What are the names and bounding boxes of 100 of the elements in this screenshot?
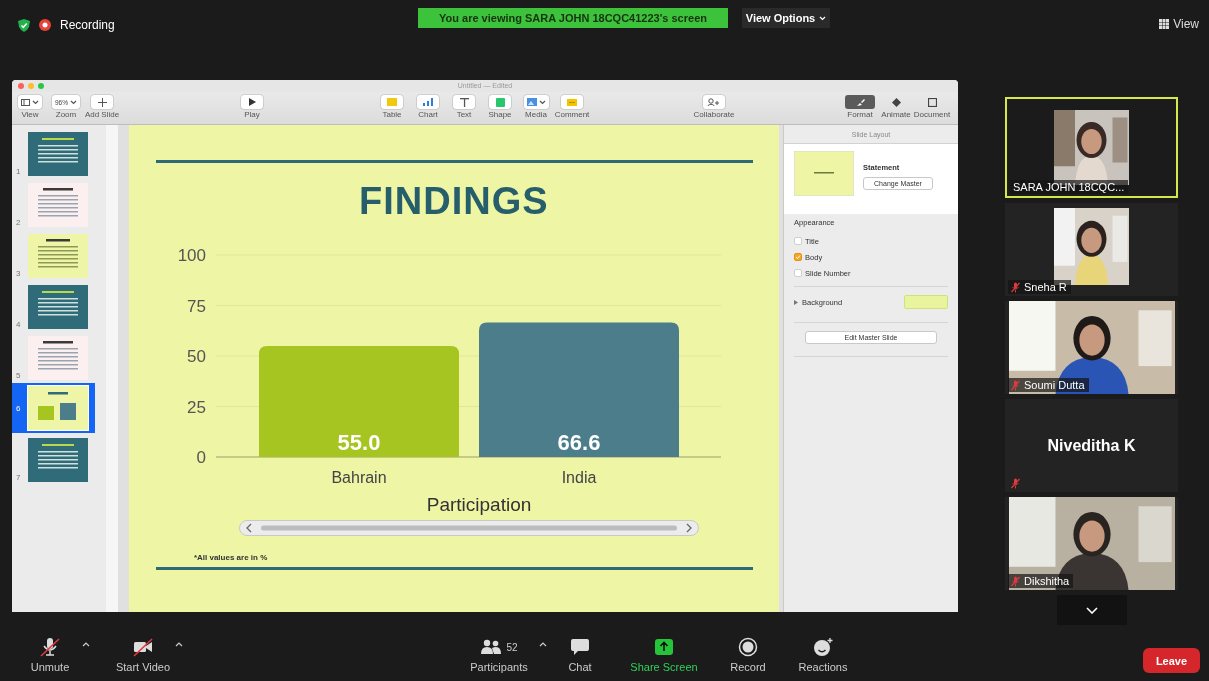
caret-icon xyxy=(32,99,39,105)
video-tile[interactable]: Niveditha K xyxy=(1005,399,1178,492)
color-swatch[interactable] xyxy=(904,295,948,309)
toolbar-button[interactable] xyxy=(91,95,113,109)
slide-number: 3 xyxy=(16,269,22,278)
checkbox[interactable] xyxy=(794,237,803,245)
diamond-icon xyxy=(891,97,901,107)
caret-icon xyxy=(82,642,90,647)
view-options-button[interactable]: View Options xyxy=(742,8,830,28)
viewing-banner: You are viewing SARA JOHN 18CQC41223's screen xyxy=(418,8,728,28)
participant-name: Sneha R xyxy=(1024,281,1067,293)
recording-icon xyxy=(39,19,51,31)
checkbox[interactable] xyxy=(794,253,803,261)
window-controls[interactable] xyxy=(18,83,44,89)
document-icon xyxy=(927,97,937,107)
category-label: India xyxy=(561,469,597,486)
toolbar-label: Shape xyxy=(488,110,512,119)
axis-title: Participation xyxy=(426,494,532,515)
toolbar-label: Animate xyxy=(881,110,911,119)
toolbar-button[interactable] xyxy=(241,95,263,109)
record-icon xyxy=(738,637,758,657)
toolbar-label: Comment xyxy=(554,110,590,119)
chevron-down-icon xyxy=(1085,606,1098,614)
participant-name: SARA JOHN 18CQC... xyxy=(1013,181,1125,193)
checkbox[interactable] xyxy=(794,269,803,277)
share-button[interactable]: Share Screen xyxy=(624,632,704,673)
caret-icon xyxy=(819,15,827,21)
toolbar-label: Text xyxy=(456,110,472,119)
play-icon xyxy=(248,98,256,106)
toolbar-label: Document xyxy=(913,110,951,119)
footnote: *All values are in % xyxy=(193,553,269,562)
participant-name: Dikshitha xyxy=(1024,575,1070,587)
microphone-icon xyxy=(39,637,61,657)
people-icon xyxy=(480,639,503,655)
toolbar-button[interactable] xyxy=(18,95,42,109)
axis-tick-label: 75 xyxy=(186,296,206,316)
video-tile[interactable]: SARA JOHN 18CQC... xyxy=(1005,97,1178,198)
toolbar-label: Collaborate xyxy=(693,110,735,119)
muted-mic-icon xyxy=(1011,379,1020,391)
comment-icon xyxy=(567,98,577,106)
slide-number: 2 xyxy=(16,218,22,227)
camera-icon xyxy=(132,637,154,657)
slide-thumbnail[interactable] xyxy=(28,132,88,176)
sidebar-icon xyxy=(21,98,30,106)
mic-button[interactable]: Unmute xyxy=(20,632,92,673)
reaction-icon xyxy=(812,637,834,657)
caret-icon xyxy=(70,99,77,105)
slide-thumbnail[interactable] xyxy=(28,183,88,227)
slide-number: 1 xyxy=(16,167,22,176)
reactions-button[interactable]: Reactions xyxy=(793,632,853,673)
data-label: 66.6 xyxy=(557,430,601,455)
video-tile[interactable]: Soumi Dutta xyxy=(1005,301,1178,394)
table-icon xyxy=(387,98,397,106)
data-label: 55.0 xyxy=(337,430,381,455)
layout-thumbnail[interactable] xyxy=(794,151,855,196)
share-screen-icon xyxy=(654,638,674,656)
shape-icon xyxy=(495,97,505,107)
slide-number: 5 xyxy=(16,371,22,380)
grid-icon xyxy=(1159,19,1170,29)
slide-thumbnail[interactable] xyxy=(28,234,88,278)
record-button[interactable]: Record xyxy=(723,632,773,673)
plus-icon xyxy=(97,97,107,107)
chat-icon xyxy=(570,638,590,656)
axis-tick-label: 100 xyxy=(177,246,206,265)
video-tile[interactable]: Dikshitha xyxy=(1005,497,1178,590)
selected-slide-highlight[interactable]: 6 xyxy=(12,383,95,433)
shield-icon xyxy=(18,18,30,32)
slide-thumbnail[interactable] xyxy=(28,386,88,430)
brush-icon xyxy=(855,97,865,107)
toolbar-label: Format xyxy=(847,110,873,119)
inspector-tab[interactable] xyxy=(845,95,875,109)
chat-button[interactable]: Chat xyxy=(558,632,602,673)
collaborate-icon xyxy=(707,98,721,106)
slide-title: FINDINGS xyxy=(358,179,550,223)
chart-icon xyxy=(423,98,433,106)
slide-thumbnail[interactable] xyxy=(28,285,88,329)
axis-tick-label: 0 xyxy=(196,448,206,467)
recording-label: Recording xyxy=(60,18,115,32)
category-label: Bahrain xyxy=(331,469,387,486)
video-tile[interactable]: Sneha R xyxy=(1005,203,1178,296)
slide-thumbnail[interactable] xyxy=(28,438,88,482)
caret-icon xyxy=(538,99,546,105)
participants-button[interactable]: 52 Participants xyxy=(461,632,549,673)
muted-mic-icon xyxy=(1011,478,1020,489)
muted-mic-icon xyxy=(1011,281,1020,293)
caret-icon xyxy=(175,642,183,647)
text-icon xyxy=(459,97,469,107)
slide-thumbnail[interactable] xyxy=(28,336,88,380)
toolbar-button[interactable] xyxy=(453,95,475,109)
toolbar-label: Chart xyxy=(418,110,438,119)
view-button[interactable]: View xyxy=(1159,17,1199,31)
toolbar-label: View xyxy=(21,110,39,119)
toolbar-label: Add Slide xyxy=(84,110,120,119)
toolbar-label: Table xyxy=(382,110,402,119)
image-icon xyxy=(526,98,537,106)
toolbar-label: Media xyxy=(525,110,547,119)
leave-button[interactable]: Leave xyxy=(1143,648,1200,673)
video-button[interactable]: Start Video xyxy=(113,632,185,673)
disclosure-icon[interactable] xyxy=(794,299,799,305)
axis-tick-label: 25 xyxy=(186,397,206,417)
